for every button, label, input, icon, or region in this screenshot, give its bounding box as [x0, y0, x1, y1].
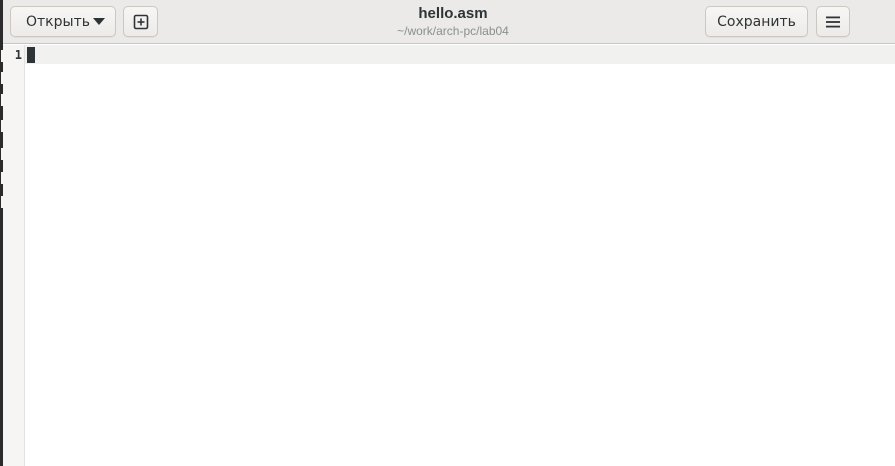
text-editor-window: Открыть hello.asm ~/work/arch-pc/lab04 С…	[0, 0, 895, 466]
open-button-label: Открыть	[26, 13, 90, 30]
save-button-label: Сохранить	[717, 13, 796, 30]
new-document-plus-icon	[133, 14, 148, 29]
text-cursor	[27, 47, 35, 63]
open-button[interactable]: Открыть	[10, 6, 116, 37]
current-line-highlight	[25, 45, 895, 64]
line-number: 1	[14, 48, 22, 62]
save-button[interactable]: Сохранить	[705, 6, 808, 37]
main-menu-button[interactable]	[816, 6, 850, 37]
text-editing-area[interactable]	[25, 45, 895, 466]
hamburger-menu-icon	[826, 16, 840, 27]
new-document-button[interactable]	[123, 6, 158, 37]
document-path: ~/work/arch-pc/lab04	[397, 24, 509, 38]
window-title-block: hello.asm ~/work/arch-pc/lab04	[303, 5, 603, 39]
line-number-gutter: 1	[3, 45, 25, 466]
header-bar: Открыть hello.asm ~/work/arch-pc/lab04 С…	[3, 0, 895, 44]
document-title: hello.asm	[418, 5, 488, 22]
chevron-down-icon	[93, 18, 105, 25]
